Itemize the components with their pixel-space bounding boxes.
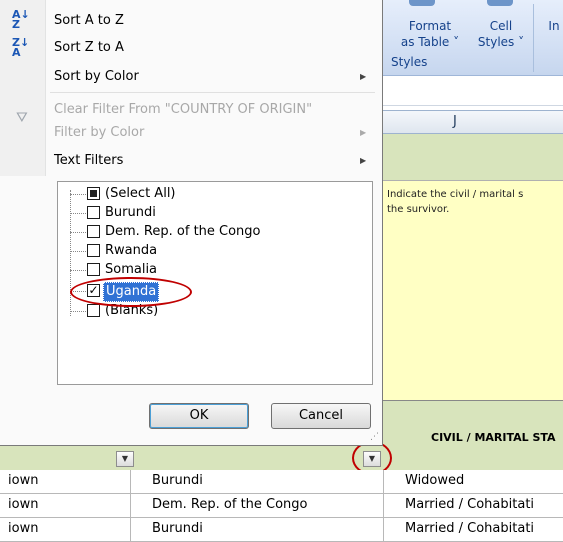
menu-divider xyxy=(50,92,375,93)
ok-button[interactable]: OK xyxy=(149,403,249,429)
ok-button-label: OK xyxy=(189,408,209,423)
sort-a-to-z-item[interactable]: Sort A to Z xyxy=(54,10,124,32)
cell-styles-icon xyxy=(487,0,513,6)
autofilter-dropdown: A↓ Z Sort A to Z Z↓ A Sort Z to A Sort by … xyxy=(0,0,383,446)
list-item-label: (Select All) xyxy=(105,186,176,201)
text-filters-item[interactable]: Text Filters xyxy=(54,150,123,172)
rwanda-checkbox[interactable] xyxy=(87,244,100,257)
clear-filter-item: Clear Filter From "COUNTRY OF ORIGIN" xyxy=(54,99,312,121)
submenu-arrow-icon: ▶ xyxy=(360,128,367,137)
instruction-line-2: the survivor. xyxy=(387,204,450,215)
table-cell: iown xyxy=(8,521,39,536)
styles-group-label: Styles xyxy=(391,55,428,69)
tree-connector xyxy=(70,213,86,214)
instruction-cell[interactable]: Indicate the civil / marital s the survi… xyxy=(383,180,563,400)
table-cell: Burundi xyxy=(152,473,203,488)
format-as-table-label-1: Format xyxy=(408,19,452,33)
cell-styles-label-1: Cell xyxy=(489,19,513,33)
list-item-label: Burundi xyxy=(105,205,156,220)
annotation-ellipse-uganda xyxy=(70,277,192,307)
list-item-label: Rwanda xyxy=(105,243,158,258)
tree-connector xyxy=(70,251,86,252)
submenu-arrow-icon: ▶ xyxy=(360,156,367,165)
table-cell: iown xyxy=(8,473,39,488)
instruction-text: Indicate the civil / marital s the survi… xyxy=(387,187,523,217)
sort-by-color-label: Sort by Color xyxy=(54,69,139,84)
table-row[interactable]: iown Burundi Married / Cohabitati xyxy=(0,518,563,542)
list-item-rwanda[interactable]: Rwanda xyxy=(58,242,368,260)
sort-a-to-z-icon: A↓ Z xyxy=(12,8,30,31)
formula-bar[interactable] xyxy=(383,82,563,106)
tree-connector xyxy=(70,194,86,195)
sort-a-to-z-label: Sort A to Z xyxy=(54,13,124,28)
clear-filter-icon: ⛛ xyxy=(16,110,28,126)
table-row[interactable]: iown Burundi Widowed xyxy=(0,470,563,494)
table-cell: Burundi xyxy=(152,521,203,536)
table-cell: Married / Cohabitati xyxy=(405,497,535,512)
text-filters-label: Text Filters xyxy=(54,153,124,168)
tree-connector xyxy=(70,232,86,233)
insert-label: In xyxy=(548,19,560,33)
insert-button[interactable]: In xyxy=(539,18,563,34)
table-row[interactable]: iown Dem. Rep. of the Congo Married / Co… xyxy=(0,494,563,518)
list-item-drc[interactable]: Dem. Rep. of the Congo xyxy=(58,223,368,241)
resize-grip-icon[interactable]: ⋰ xyxy=(370,432,379,442)
marital-status-header-cell[interactable]: CIVIL / MARITAL STA xyxy=(383,400,563,470)
select-all-checkbox[interactable] xyxy=(87,187,100,200)
format-as-table-icon xyxy=(409,0,435,6)
cell-styles-label-2: Styles ˅ xyxy=(477,35,525,49)
sort-z-to-a-icon: Z↓ A xyxy=(12,36,30,59)
burundi-checkbox[interactable] xyxy=(87,206,100,219)
filter-by-color-label: Filter by Color xyxy=(54,125,145,140)
column-header-j[interactable]: J xyxy=(453,114,457,129)
format-as-table-label-2: as Table ˅ xyxy=(400,35,460,49)
table-cell: Married / Cohabitati xyxy=(405,521,535,536)
list-item-label: Dem. Rep. of the Congo xyxy=(105,224,261,239)
table-cell: Widowed xyxy=(405,473,465,488)
cancel-button[interactable]: Cancel xyxy=(271,403,371,429)
tree-connector xyxy=(70,270,86,271)
drc-checkbox[interactable] xyxy=(87,225,100,238)
blanks-checkbox[interactable] xyxy=(87,304,100,317)
table-cell: iown xyxy=(8,497,39,512)
cancel-button-label: Cancel xyxy=(298,408,344,423)
ribbon-separator xyxy=(533,4,534,72)
ribbon: Format as Table ˅ Cell Styles ˅ In Style… xyxy=(383,0,563,76)
header-band xyxy=(383,134,563,180)
format-as-table-button[interactable]: Format as Table ˅ xyxy=(391,18,469,50)
cell-styles-button[interactable]: Cell Styles ˅ xyxy=(473,18,529,50)
sort-z-to-a-item[interactable]: Sort Z to A xyxy=(54,37,124,59)
instruction-line-1: Indicate the civil / marital s xyxy=(387,189,524,200)
list-item-select-all[interactable]: (Select All) xyxy=(58,185,368,203)
somalia-checkbox[interactable] xyxy=(87,263,100,276)
marital-status-header: CIVIL / MARITAL STA xyxy=(431,431,556,444)
list-item-burundi[interactable]: Burundi xyxy=(58,204,368,222)
list-item-somalia[interactable]: Somalia xyxy=(58,261,368,279)
table-cell: Dem. Rep. of the Congo xyxy=(152,497,308,512)
tree-connector xyxy=(70,311,86,312)
filter-dropdown-button[interactable]: ▼ xyxy=(116,451,134,467)
submenu-arrow-icon: ▶ xyxy=(360,72,367,81)
column-gridline xyxy=(130,470,131,542)
clear-filter-label: Clear Filter From "COUNTRY OF ORIGIN" xyxy=(54,102,313,117)
column-gridline xyxy=(383,470,384,542)
sort-by-color-item[interactable]: Sort by Color xyxy=(54,66,139,88)
sort-z-to-a-label: Sort Z to A xyxy=(54,40,124,55)
column-header-row: J xyxy=(383,110,563,134)
filter-by-color-item: Filter by Color xyxy=(54,122,144,144)
